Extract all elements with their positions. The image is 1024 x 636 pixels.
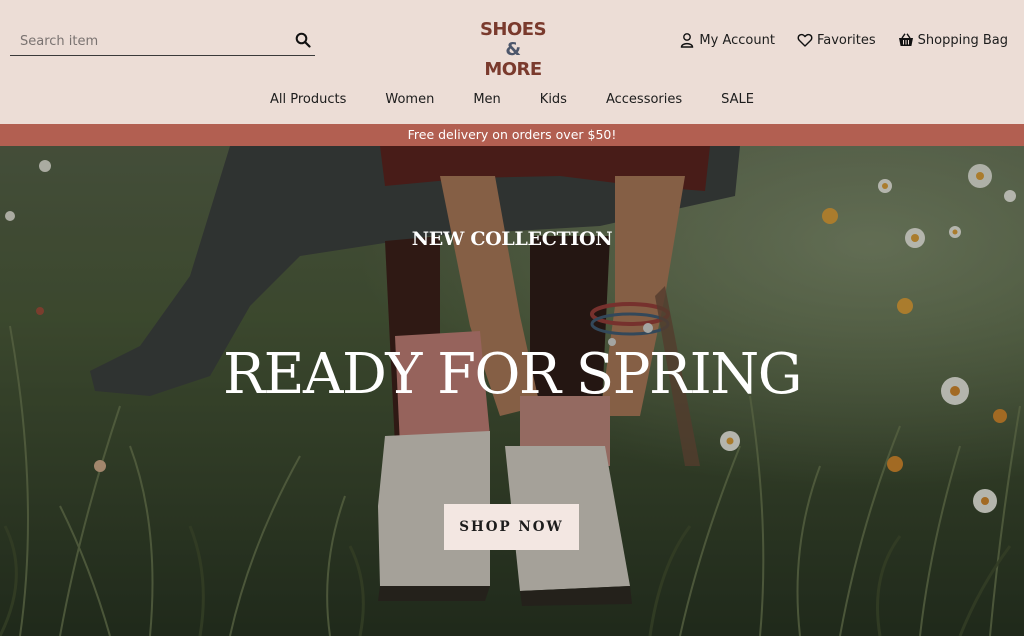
nav-all-products[interactable]: All Products [250,92,365,107]
my-account-link[interactable]: My Account [679,32,775,48]
hero-headline: READY FOR SPRING [223,342,802,407]
site-header: SHOES & MORE My Account Favorites Shoppi… [0,0,1024,124]
shop-now-button[interactable]: SHOP NOW [444,504,579,550]
hero-banner: NEW COLLECTION READY FOR SPRING SHOP NOW [0,146,1024,636]
promo-banner: Free delivery on orders over $50! [0,124,1024,146]
main-nav: All Products Women Men Kids Accessories … [0,92,1024,107]
logo-word-shoes: SHOES [479,19,547,40]
hero-eyebrow: NEW COLLECTION [411,228,613,250]
search-input[interactable] [20,30,280,52]
utility-links: My Account Favorites Shopping Bag [679,32,1008,48]
search-bar [10,26,315,56]
brand-logo[interactable]: SHOES & MORE [472,19,554,80]
nav-kids[interactable]: Kids [520,92,586,107]
basket-icon [898,33,913,46]
favorites-label: Favorites [816,32,876,48]
shopping-bag-link[interactable]: Shopping Bag [898,32,1008,48]
my-account-label: My Account [699,32,775,48]
nav-sale[interactable]: SALE [702,92,774,107]
nav-women[interactable]: Women [366,92,454,107]
favorites-link[interactable]: Favorites [797,32,876,48]
nav-accessories[interactable]: Accessories [586,92,701,107]
user-icon [681,33,694,48]
shopping-bag-label: Shopping Bag [917,32,1008,48]
promo-text: Free delivery on orders over $50! [407,127,617,142]
search-icon[interactable] [295,32,311,48]
heart-icon [797,33,813,47]
logo-ampersand: & [505,39,521,60]
nav-men[interactable]: Men [454,92,520,107]
logo-word-more: MORE [484,59,542,80]
